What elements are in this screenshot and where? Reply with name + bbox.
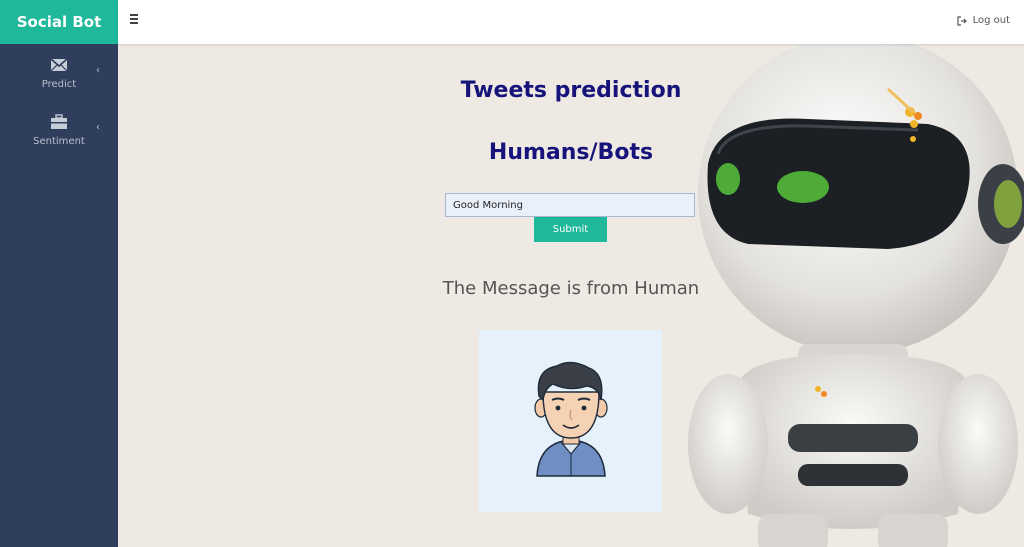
chevron-left-icon: ‹ [96,122,100,133]
page-title: Tweets prediction [460,78,682,103]
sign-out-icon [956,15,967,26]
sidebar-item-predict[interactable]: ‹ Predict [0,57,118,105]
chevron-left-icon: ‹ [96,65,100,76]
envelope-icon [50,58,68,72]
main-content: Tweets prediction Humans/Bots Submit The… [118,44,1024,547]
top-navbar: Log out [118,0,1024,44]
human-avatar [534,361,608,477]
page-subtitle: Humans/Bots [488,140,654,165]
sidebar-item-label: Sentiment [33,136,85,147]
prediction-result: The Message is from Human [442,278,700,299]
logout-link[interactable]: Log out [956,15,1010,26]
message-input[interactable] [445,193,695,217]
brand-logo[interactable]: Social Bot [0,0,118,44]
sidebar-item-label: Predict [41,79,77,90]
hamburger-menu-icon[interactable] [130,14,140,24]
logout-label: Log out [972,15,1010,26]
result-image [479,330,662,512]
briefcase-icon [51,114,67,129]
submit-button[interactable]: Submit [534,217,607,242]
sidebar-item-sentiment[interactable]: ‹ Sentiment [0,114,118,162]
sidebar: Social Bot ‹ Predict ‹ Sentiment [0,0,118,547]
